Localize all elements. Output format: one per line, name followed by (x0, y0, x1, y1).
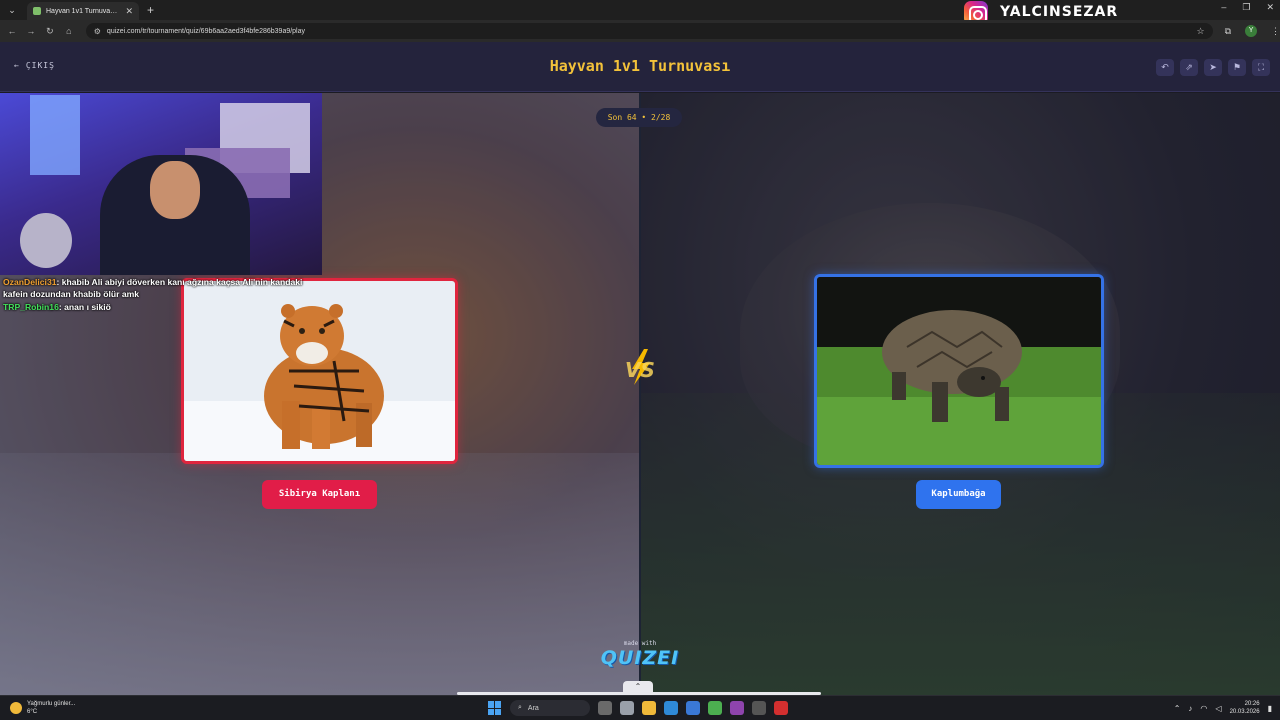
app-icon[interactable] (730, 701, 744, 715)
tortoise-image (817, 277, 1101, 465)
profile-avatar[interactable]: Y (1245, 25, 1257, 37)
close-tab-icon[interactable]: ✕ (125, 6, 133, 17)
page-title: Hayvan 1v1 Turnuvası (549, 57, 731, 75)
notifications-icon[interactable]: ▮ (1268, 704, 1272, 713)
new-tab-icon[interactable]: + (147, 3, 154, 17)
weather-icon (10, 702, 22, 714)
instagram-handle: YALCINSEZAR (1000, 4, 1119, 20)
minimize-icon[interactable]: – (1221, 2, 1226, 13)
chat-username: OzanDelici31 (3, 276, 57, 287)
search-icon: ⌕ (518, 704, 522, 711)
system-tray: ⌃ ♪ ◠ ◁ 20:26 20.03.2026 ▮ (1174, 700, 1272, 716)
taskbar-search[interactable]: ⌕ Ara (510, 700, 590, 716)
maximize-icon[interactable]: ❐ (1242, 2, 1250, 13)
file-explorer-icon[interactable] (642, 701, 656, 715)
weather-temp: 6°C (27, 709, 38, 715)
browser-toolbar: ← → ↻ ⌂ ⚙ quizei.com/tr/tournament/quiz/… (0, 20, 1280, 42)
taskbar-apps: ⌕ Ara (488, 700, 788, 716)
bookmark-star-icon[interactable]: ☆ (1197, 26, 1205, 37)
chat-message-partial (3, 263, 303, 276)
tab-search-icon[interactable]: ⌄ (5, 3, 19, 17)
home-icon[interactable]: ⌂ (62, 26, 76, 36)
search-placeholder: Ara (527, 704, 539, 712)
share-icon[interactable]: ⇗ (1180, 59, 1198, 76)
taskbar: Yağmurlu günler... 6°C ⌕ Ara ⌃ ♪ ◠ ◁ 20:… (0, 695, 1280, 720)
center-divider (639, 93, 641, 695)
app-header: ← ÇIKIŞ Hayvan 1v1 Turnuvası ↶ ⇗ ➤ ⚑ ⛶ (0, 42, 1280, 92)
chat-message: OzanDelici31: khabib Ali abiyi döverken … (3, 276, 303, 300)
tab-title: Hayvan 1v1 Turnuvası - Tier Li... (46, 7, 120, 15)
vs-lightning-icon: VS (625, 349, 655, 385)
app-icon-3[interactable] (774, 701, 788, 715)
stream-chat: OzanDelici31: khabib Ali abiyi döverken … (3, 263, 303, 313)
site-info-icon[interactable]: ⚙ (94, 27, 101, 36)
extensions-icon[interactable]: ⧉ (1225, 26, 1231, 37)
made-with-label: made with (623, 640, 657, 647)
task-view-icon[interactable] (620, 701, 634, 715)
address-bar[interactable]: ⚙ quizei.com/tr/tournament/quiz/69b6aa2a… (85, 23, 1213, 39)
header-actions: ↶ ⇗ ➤ ⚑ ⛶ (1156, 59, 1270, 76)
forward-icon[interactable]: → (24, 26, 38, 36)
edge-icon[interactable] (664, 701, 678, 715)
volume-icon[interactable]: ◁ (1215, 704, 1221, 713)
back-icon[interactable]: ← (5, 26, 19, 36)
clock[interactable]: 20:26 20.03.2026 (1230, 700, 1260, 716)
quizei-logo[interactable]: QUIZEI (0, 647, 1280, 669)
widgets-icon[interactable] (598, 701, 612, 715)
right-choice-card[interactable] (814, 274, 1104, 468)
store-icon[interactable] (686, 701, 700, 715)
flag-icon[interactable]: ⚑ (1228, 59, 1246, 76)
app-icon-2[interactable] (752, 701, 766, 715)
browser-menu-icon[interactable]: ⋮ (1271, 26, 1280, 37)
weather-summary: Yağmurlu günler... (27, 701, 76, 707)
chat-text: anan ı sikiö (64, 301, 111, 312)
clock-date: 20.03.2026 (1229, 709, 1260, 715)
chat-username: TRP_Robin16 (3, 301, 59, 312)
round-indicator: Son 64 • 2/28 (596, 108, 682, 127)
chevron-up-tray-icon[interactable]: ⌃ (1174, 704, 1181, 713)
windows-start-icon[interactable] (488, 701, 502, 715)
undo-icon[interactable]: ↶ (1156, 59, 1174, 76)
right-choice-button[interactable]: Kaplumbağa (916, 480, 1001, 509)
url-text: quizei.com/tr/tournament/quiz/69b6aa2aed… (106, 27, 306, 35)
chrome-icon[interactable] (708, 701, 722, 715)
send-icon[interactable]: ➤ (1204, 59, 1222, 76)
fullscreen-icon[interactable]: ⛶ (1252, 59, 1270, 76)
favicon-icon (33, 7, 41, 15)
screen: ⌄ Hayvan 1v1 Turnuvası - Tier Li... ✕ + … (0, 0, 1280, 720)
clock-time: 20:26 (1244, 701, 1260, 707)
close-window-icon[interactable]: ✕ (1266, 2, 1274, 13)
left-choice-button[interactable]: Sibirya Kaplanı (262, 480, 377, 509)
browser-tab[interactable]: Hayvan 1v1 Turnuvası - Tier Li... ✕ (27, 2, 139, 20)
weather-widget[interactable]: Yağmurlu günler... 6°C (10, 700, 75, 716)
webcam-overlay (0, 93, 322, 275)
chat-message: TRP_Robin16: anan ı sikiö (3, 301, 111, 312)
mic-icon[interactable]: ♪ (1188, 704, 1192, 713)
window-controls: – ❐ ✕ (1221, 2, 1274, 13)
reload-icon[interactable]: ↻ (43, 26, 57, 37)
wifi-icon[interactable]: ◠ (1200, 704, 1207, 713)
vs-label: VS (625, 358, 655, 382)
